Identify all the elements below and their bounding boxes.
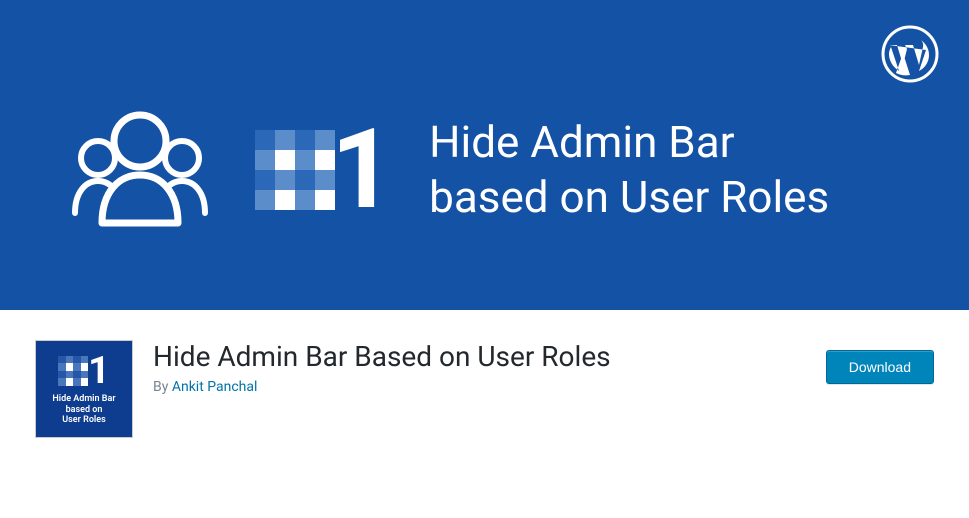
small-hash-icon [58,356,88,386]
hash-icon [255,130,335,210]
plugin-icon-caption: Hide Admin Bar based on User Roles [52,394,115,426]
plugin-banner: 1 Hide Admin Bar based on User Roles [0,0,969,310]
plugin-icon-number: 1 [88,352,110,390]
by-prefix: By [153,379,172,395]
hash-one-graphic: 1 [255,115,394,225]
plugin-header-section: 1 Hide Admin Bar based on User Roles Hid… [0,310,969,468]
plugin-icon-hash-one: 1 [58,352,110,390]
plugin-author-link[interactable]: Ankit Panchal [172,379,258,395]
plugin-title: Hide Admin Bar Based on User Roles [153,340,806,373]
people-group-icon [60,103,220,237]
banner-title-line1: Hide Admin Bar [429,116,734,168]
banner-content: 1 Hide Admin Bar based on User Roles [60,103,829,237]
wordpress-logo-icon [881,25,939,87]
plugin-info: Hide Admin Bar Based on User Roles By An… [153,340,806,395]
number-one-label: 1 [331,115,394,225]
plugin-icon: 1 Hide Admin Bar based on User Roles [35,340,133,438]
plugin-author-line: By Ankit Panchal [153,379,806,395]
banner-title-line2: based on User Roles [429,171,829,223]
download-button[interactable]: Download [826,350,934,384]
banner-title: Hide Admin Bar based on User Roles [429,115,829,225]
